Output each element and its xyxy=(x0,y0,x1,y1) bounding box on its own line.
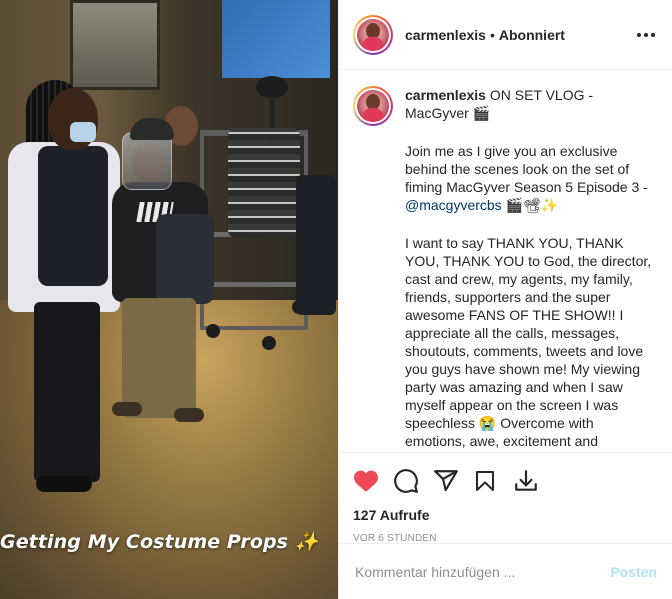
download-icon[interactable] xyxy=(513,461,541,501)
caption-paragraph-1: Join me as I give you an exclusive behin… xyxy=(405,143,648,195)
caption-emoji: 🎬📽✨ xyxy=(501,197,559,213)
person-right xyxy=(108,118,218,438)
comment-input[interactable] xyxy=(355,563,611,580)
cart-wheel xyxy=(262,336,276,350)
hanging-coat xyxy=(296,175,336,315)
pants xyxy=(122,298,196,418)
background-blue-screen xyxy=(222,0,330,78)
action-icons xyxy=(353,461,658,501)
header-separator: • xyxy=(489,26,495,43)
caption-avatar[interactable] xyxy=(353,86,393,126)
avatar-image xyxy=(357,18,389,51)
comment-form: Posten xyxy=(339,543,672,599)
face-shield xyxy=(122,132,172,190)
header-username[interactable]: carmenlexis xyxy=(405,27,486,43)
comments-section[interactable]: carmenlexis ON SET VLOG - MacGyver 🎬 Joi… xyxy=(339,70,672,452)
post-side-panel: carmenlexis • Abonniert carmenlexis ON S… xyxy=(338,0,672,599)
instagram-post: Getting My Costume Props ✨ carmenlexis •… xyxy=(0,0,672,599)
plaid-jacket xyxy=(228,128,300,238)
pants xyxy=(34,302,100,482)
follow-status-button[interactable]: Abonniert xyxy=(499,27,565,43)
view-count[interactable]: 127 Aufrufe xyxy=(353,507,658,523)
background-window xyxy=(70,0,160,90)
post-caption: carmenlexis ON SET VLOG - MacGyver 🎬 Joi… xyxy=(353,86,658,450)
post-actions: 127 Aufrufe VOR 6 STUNDEN xyxy=(339,452,672,544)
heart-filled-icon[interactable] xyxy=(353,461,393,501)
avatar-image xyxy=(357,90,389,122)
face-mask xyxy=(70,122,96,142)
shoe xyxy=(36,476,92,492)
post-comment-button[interactable]: Posten xyxy=(610,564,657,580)
post-video[interactable]: Getting My Costume Props ✨ xyxy=(0,0,338,599)
shoe xyxy=(112,402,142,416)
mention-link[interactable]: @macgyvercbs xyxy=(405,197,502,213)
vest xyxy=(38,146,108,286)
bookmark-icon[interactable] xyxy=(473,461,513,501)
post-header: carmenlexis • Abonniert xyxy=(339,0,672,70)
paper-plane-icon[interactable] xyxy=(433,461,473,501)
caption-username[interactable]: carmenlexis xyxy=(405,87,486,103)
held-coat xyxy=(156,214,214,304)
comment-bubble-icon[interactable] xyxy=(393,461,433,501)
more-options-icon[interactable] xyxy=(634,23,658,47)
caption-paragraph-2: I want to say THANK YOU, THANK YOU, THAN… xyxy=(405,235,652,449)
video-caption-overlay: Getting My Costume Props ✨ xyxy=(0,531,319,553)
shoe xyxy=(174,408,204,422)
studio-light xyxy=(256,76,288,98)
avatar[interactable] xyxy=(353,14,393,55)
caption-body: carmenlexis ON SET VLOG - MacGyver 🎬 Joi… xyxy=(405,86,658,450)
cap xyxy=(130,118,174,140)
